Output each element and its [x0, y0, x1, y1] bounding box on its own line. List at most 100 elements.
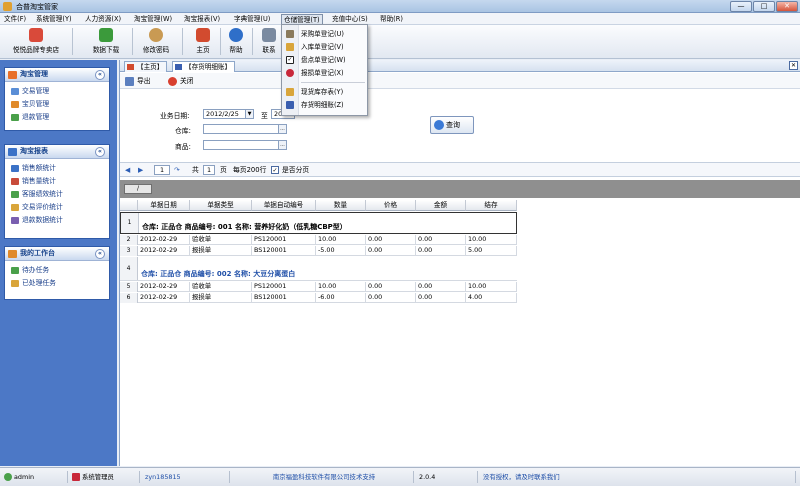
change-password-button[interactable]: 修改密码: [136, 26, 176, 57]
menu-file[interactable]: 文件(F): [2, 14, 28, 24]
panel-header[interactable]: 我的工作台 «: [5, 247, 109, 261]
stock-in-icon: [286, 43, 294, 51]
inventory-icon: [286, 88, 294, 96]
page-unit: 页: [220, 166, 227, 174]
sidebar-item-goods[interactable]: 宝贝管理: [5, 98, 109, 111]
column-header[interactable]: 价格: [366, 200, 416, 211]
panel-workbench: 我的工作台 « 待办任务 已处理任务: [4, 246, 110, 300]
panel-taobao-reports: 淘宝报表 « 销售额统计 销售量统计 客服绩效统计 交易评价统计 退款数据统计: [4, 144, 110, 239]
product-input[interactable]: ...: [203, 140, 287, 150]
go-icon[interactable]: ↷: [174, 165, 180, 175]
close-button[interactable]: ✕: [776, 1, 798, 12]
content-area: 【主页】 【存货明细账】 ✕ 导出 关闭 业务日期: 2012/2/25 ▼ 至…: [119, 60, 800, 466]
status-license[interactable]: 没有授权，请及时联系我们: [480, 471, 796, 483]
role-icon: [72, 473, 80, 481]
query-button[interactable]: 查询: [430, 116, 474, 134]
help-button[interactable]: 帮助: [224, 26, 248, 57]
warehouse-label: 仓库:: [175, 127, 191, 135]
column-header[interactable]: 单据自动编号: [252, 200, 316, 211]
page-input[interactable]: 1: [154, 165, 170, 175]
menu-separator: [301, 82, 365, 83]
close-tab-icon[interactable]: ✕: [789, 61, 798, 70]
close-page-button[interactable]: 关闭: [167, 75, 194, 87]
app-icon: [3, 2, 12, 11]
sidebar-item-review-stats[interactable]: 交易评价统计: [5, 201, 109, 214]
tab-inventory-ledger[interactable]: 【存货明细账】: [172, 61, 236, 72]
menu-system[interactable]: 系统管理(Y): [34, 14, 74, 24]
loss-icon: [286, 69, 294, 77]
maximize-button[interactable]: □: [753, 1, 775, 12]
sidebar-item-refund-stats[interactable]: 退款数据统计: [5, 214, 109, 227]
sidebar-item-trade[interactable]: 交易管理: [5, 85, 109, 98]
paginate-checkbox[interactable]: ✓: [271, 166, 279, 174]
group-field-chip[interactable]: /: [124, 184, 152, 194]
warehouse-menu-dropdown: 采购单登记(U) 入库单登记(V) ✓ 盘点单登记(W) 报损单登记(X) 现货…: [281, 24, 368, 116]
collapse-icon[interactable]: «: [95, 70, 105, 80]
tab-home[interactable]: 【主页】: [124, 61, 168, 72]
next-page-icon[interactable]: ▶: [138, 165, 143, 175]
menu-taobao[interactable]: 淘宝管理(W): [132, 14, 174, 24]
group-row[interactable]: 4 仓库: 正品仓 商品编号: 002 名称: 大豆分离蛋白: [120, 257, 517, 281]
collapse-icon[interactable]: «: [95, 249, 105, 259]
menu-item-ledger[interactable]: 存货明细账(Z): [282, 99, 367, 111]
warehouse-input[interactable]: ...: [203, 124, 287, 134]
close-circle-icon: [168, 77, 177, 86]
sidebar-item-refund[interactable]: 退款管理: [5, 111, 109, 124]
menu-item-purchase[interactable]: 采购单登记(U): [282, 28, 367, 40]
menu-item-loss[interactable]: 报损单登记(X): [282, 67, 367, 79]
sidebar-item-pending-tasks[interactable]: 待办任务: [5, 264, 109, 277]
pager: ◀ ▶ 1 ↷ 共 1 页 每页200行 ✓ 是否分页: [120, 162, 800, 177]
title-bar: 合普淘宝管家 — □ ✕: [0, 0, 800, 13]
column-header[interactable]: 单据类型: [190, 200, 252, 211]
status-account: zyn185815: [142, 471, 230, 483]
collapse-icon[interactable]: «: [95, 147, 105, 157]
menu-help[interactable]: 帮助(R): [378, 14, 405, 24]
group-panel: /: [120, 180, 800, 198]
status-company: 南京福盈科技软件有限公司技术支持: [232, 471, 414, 483]
menu-item-inventory[interactable]: 现货库存表(Y): [282, 86, 367, 98]
menu-recharge[interactable]: 充值中心(S): [330, 14, 370, 24]
panel-header[interactable]: 淘宝管理 «: [5, 68, 109, 82]
table-row[interactable]: 2 2012-02-29 验收单 PS120001 10.00 0.00 0.0…: [120, 235, 517, 245]
minimize-button[interactable]: —: [730, 1, 752, 12]
column-header[interactable]: 金额: [416, 200, 466, 211]
download-button[interactable]: 数据下载: [84, 26, 128, 57]
shop-button[interactable]: 悦悦品牌专卖店: [4, 26, 68, 57]
group-row[interactable]: 1 仓库: 正品仓 商品编号: 001 名称: 营养好化奶（低乳糖CBP型）: [120, 212, 517, 234]
column-header[interactable]: 单据日期: [138, 200, 190, 211]
column-header[interactable]: 数量: [316, 200, 366, 211]
status-user: admin: [2, 471, 68, 483]
table-row[interactable]: 3 2012-02-29 报损单 BS120001 -5.00 0.00 0.0…: [120, 246, 517, 256]
menu-hr[interactable]: 人力资源(X): [83, 14, 123, 24]
ellipsis-button[interactable]: ...: [278, 125, 286, 133]
refund-stats-icon: [11, 217, 19, 224]
chevron-down-icon[interactable]: ▼: [245, 110, 253, 118]
table-row[interactable]: 5 2012-02-29 验收单 PS120001 10.00 0.00 0.0…: [120, 282, 517, 292]
status-version: 2.0.4: [416, 471, 478, 483]
menu-dictionary[interactable]: 字典管理(U): [232, 14, 272, 24]
panel-header[interactable]: 淘宝报表 «: [5, 145, 109, 159]
home-button[interactable]: 主页: [190, 26, 216, 57]
goods-icon: [11, 101, 19, 108]
sidebar-item-service-performance[interactable]: 客服绩效统计: [5, 188, 109, 201]
prev-page-icon[interactable]: ◀: [125, 165, 130, 175]
paginate-label: 是否分页: [282, 166, 310, 174]
table-row[interactable]: 6 2012-02-29 报损单 BS120001 -6.00 0.00 0.0…: [120, 293, 517, 303]
refund-icon: [11, 114, 19, 121]
export-button[interactable]: 导出: [124, 75, 151, 87]
menu-reports[interactable]: 淘宝报表(V): [182, 14, 222, 24]
download-icon: [99, 28, 113, 42]
ellipsis-button[interactable]: ...: [278, 141, 286, 149]
query-form: 业务日期: 2012/2/25 ▼ 至 20 仓库: ... 商品: ... 查…: [120, 90, 800, 151]
menu-item-stocktake[interactable]: ✓ 盘点单登记(W): [282, 54, 367, 66]
menu-item-stock-in[interactable]: 入库单登记(V): [282, 41, 367, 53]
export-icon: [125, 77, 134, 86]
column-header[interactable]: 结存: [466, 200, 517, 211]
sidebar-item-sales-volume[interactable]: 销售量统计: [5, 175, 109, 188]
sidebar-item-sales-amount[interactable]: 销售额统计: [5, 162, 109, 175]
contact-button[interactable]: 联系: [256, 26, 282, 57]
sidebar-item-done-tasks[interactable]: 已处理任务: [5, 277, 109, 290]
date-from-input[interactable]: 2012/2/25 ▼: [203, 109, 254, 119]
help-icon: [229, 28, 243, 42]
report-icon: [8, 148, 17, 156]
